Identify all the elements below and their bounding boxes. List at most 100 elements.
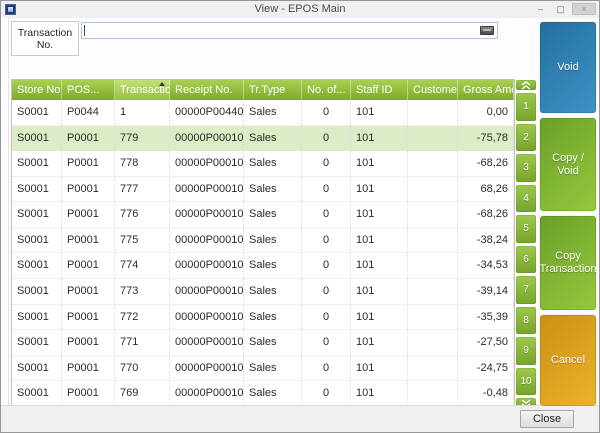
table-row[interactable]: S0001P000177500000P000100000...Sales0101… xyxy=(12,228,514,254)
table-cell: 0 xyxy=(302,228,351,253)
column-header-pos[interactable]: POS... xyxy=(62,80,115,100)
table-row[interactable]: S0001P000177000000P000100000...Sales0101… xyxy=(12,356,514,382)
table-cell: Sales xyxy=(244,381,302,406)
table-cell: 101 xyxy=(351,202,408,227)
transaction-no-input[interactable] xyxy=(81,22,498,39)
table-cell: Sales xyxy=(244,151,302,176)
table-cell: 00000P000100000... xyxy=(170,177,244,202)
table-cell: 00000P004400000... xyxy=(170,100,244,125)
column-header-gross-amount[interactable]: Gross Amount xyxy=(458,80,514,100)
table-cell: 0 xyxy=(302,279,351,304)
void-button[interactable]: Void xyxy=(539,21,597,114)
text-caret xyxy=(84,25,85,36)
table-cell: P0001 xyxy=(62,151,115,176)
table-cell: 00000P000100000... xyxy=(170,305,244,330)
column-header-transaction[interactable]: Transaction... xyxy=(115,80,170,100)
table-cell: 771 xyxy=(115,330,170,355)
table-row[interactable]: S0001P000177900000P000100000...Sales0101… xyxy=(12,126,514,152)
column-header-label: No. of... xyxy=(307,84,346,96)
table-row[interactable]: S0001P000176900000P000100000...Sales0101… xyxy=(12,381,514,407)
table-cell: -39,14 xyxy=(458,279,514,304)
table-cell xyxy=(408,253,458,278)
table-cell: 0 xyxy=(302,151,351,176)
table-cell: 00000P000100000... xyxy=(170,381,244,406)
table-cell: 0 xyxy=(302,381,351,406)
column-header-label: Store No. xyxy=(17,84,62,96)
table-row[interactable]: S0001P000177300000P000100000...Sales0101… xyxy=(12,279,514,305)
transactions-grid: Store No.POS...Transaction... Receipt No.… xyxy=(11,79,515,409)
column-header-store-no[interactable]: Store No. xyxy=(12,80,62,100)
scroll-up-icon[interactable] xyxy=(515,79,537,91)
table-cell: S0001 xyxy=(12,228,62,253)
table-cell: S0001 xyxy=(12,177,62,202)
table-row[interactable]: S0001P0044100000P004400000...Sales01010,… xyxy=(12,100,514,126)
pager-button-9[interactable]: 9 xyxy=(515,336,537,366)
column-header-customer-no[interactable]: Customer No. xyxy=(408,80,458,100)
column-header-no-of[interactable]: No. of... xyxy=(302,80,351,100)
table-cell: 101 xyxy=(351,151,408,176)
table-cell xyxy=(408,279,458,304)
table-cell: 1 xyxy=(115,100,170,125)
cancel-button[interactable]: Cancel xyxy=(539,314,597,407)
pager-button-3[interactable]: 3 xyxy=(515,153,537,183)
pager-button-10[interactable]: 10 xyxy=(515,367,537,397)
column-header-receipt-no[interactable]: Receipt No. xyxy=(170,80,244,100)
table-cell: 101 xyxy=(351,330,408,355)
table-cell: -68,26 xyxy=(458,151,514,176)
table-cell: 101 xyxy=(351,100,408,125)
table-row[interactable]: S0001P000177200000P000100000...Sales0101… xyxy=(12,305,514,331)
table-cell: 00000P000100000... xyxy=(170,356,244,381)
table-cell: S0001 xyxy=(12,253,62,278)
table-row[interactable]: S0001P000177700000P000100000...Sales0101… xyxy=(12,177,514,203)
table-cell: P0001 xyxy=(62,177,115,202)
column-header-tr-type[interactable]: Tr.Type xyxy=(244,80,302,100)
pager-button-1[interactable]: 1 xyxy=(515,92,537,122)
table-row[interactable]: S0001P000177800000P000100000...Sales0101… xyxy=(12,151,514,177)
table-cell: 101 xyxy=(351,305,408,330)
window-title: View - EPOS Main xyxy=(1,3,599,15)
table-cell: S0001 xyxy=(12,356,62,381)
table-cell: -68,26 xyxy=(458,202,514,227)
close-window-button[interactable]: × xyxy=(572,3,596,15)
pager-button-6[interactable]: 6 xyxy=(515,245,537,275)
column-header-staff-id[interactable]: Staff ID xyxy=(351,80,408,100)
table-cell: Sales xyxy=(244,305,302,330)
table-cell: -34,53 xyxy=(458,253,514,278)
close-button[interactable]: Close xyxy=(520,410,574,428)
pager-button-5[interactable]: 5 xyxy=(515,214,537,244)
table-cell: 0 xyxy=(302,202,351,227)
pager-button-2[interactable]: 2 xyxy=(515,123,537,153)
table-row[interactable]: S0001P000177100000P000100000...Sales0101… xyxy=(12,330,514,356)
table-cell: S0001 xyxy=(12,330,62,355)
table-cell: 776 xyxy=(115,202,170,227)
table-cell: 101 xyxy=(351,177,408,202)
table-cell: 00000P000100000... xyxy=(170,126,244,151)
table-cell: 0 xyxy=(302,330,351,355)
table-cell: 778 xyxy=(115,151,170,176)
pager-button-4[interactable]: 4 xyxy=(515,184,537,214)
table-cell: 0 xyxy=(302,177,351,202)
table-cell: Sales xyxy=(244,330,302,355)
table-cell: Sales xyxy=(244,279,302,304)
column-header-label: Receipt No. xyxy=(175,84,232,96)
pager-button-7[interactable]: 7 xyxy=(515,275,537,305)
table-cell: Sales xyxy=(244,126,302,151)
table-cell: S0001 xyxy=(12,305,62,330)
maximize-button[interactable]: ▢ xyxy=(552,3,569,15)
copy-transaction-button[interactable]: Copy Transaction xyxy=(539,215,597,311)
table-cell: S0001 xyxy=(12,126,62,151)
table-row[interactable]: S0001P000177400000P000100000...Sales0101… xyxy=(12,253,514,279)
table-row[interactable]: S0001P000177600000P000100000...Sales0101… xyxy=(12,202,514,228)
table-cell: Sales xyxy=(244,100,302,125)
keyboard-icon[interactable] xyxy=(480,26,494,35)
table-cell: 0 xyxy=(302,305,351,330)
table-cell: 101 xyxy=(351,228,408,253)
left-divider xyxy=(8,18,9,406)
minimize-button[interactable]: – xyxy=(532,3,549,15)
table-cell: Sales xyxy=(244,228,302,253)
table-cell: -35,39 xyxy=(458,305,514,330)
copy-void-button[interactable]: Copy / Void xyxy=(539,117,597,212)
row-pager: 12345678910 xyxy=(515,79,537,409)
pager-button-8[interactable]: 8 xyxy=(515,306,537,336)
table-cell: P0001 xyxy=(62,381,115,406)
